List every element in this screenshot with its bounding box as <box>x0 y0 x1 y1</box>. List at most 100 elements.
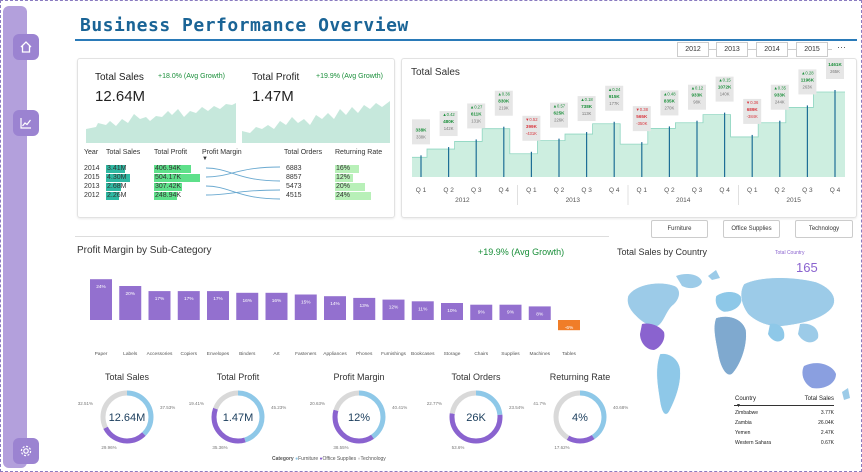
bar[interactable] <box>265 292 288 320</box>
bar[interactable] <box>324 296 346 320</box>
quarter-label: Q 3 <box>581 187 592 194</box>
change-label: ▲0.42 <box>442 112 455 117</box>
donut-chart[interactable]: Profit Margin 12% 20.63% 40.41% 38.55% <box>299 370 419 454</box>
quarter-label: Q 1 <box>526 187 537 194</box>
settings-button[interactable] <box>13 438 39 464</box>
donut-pct-label: 40.41% <box>392 405 407 410</box>
more-options-icon[interactable]: ⋯ <box>837 42 846 53</box>
category-label: Accessories <box>147 351 173 357</box>
bar-value-label: -6% <box>565 325 574 331</box>
quarter-label: Q 3 <box>471 187 482 194</box>
value-label: 399K <box>526 124 538 129</box>
donut-legend: Category ●Furniture ●Office Supplies ●Te… <box>272 456 386 462</box>
quarter-label: Q 2 <box>775 187 786 194</box>
orders-cell: 4515 <box>286 192 302 199</box>
delta-label: 219K <box>499 106 509 111</box>
change-label: ▲0.28 <box>801 70 814 75</box>
delta-label: 131K <box>471 118 481 123</box>
profit-margin-growth: +19.9% (Avg Growth) <box>478 247 565 257</box>
bar-value-label: 10% <box>447 308 457 314</box>
bar[interactable] <box>294 294 317 321</box>
donut-pct-label: 19.41% <box>189 401 204 406</box>
analytics-button[interactable] <box>13 110 39 136</box>
category-button-technology[interactable]: Technology <box>795 220 853 238</box>
value-label: 738K <box>581 104 593 109</box>
country-sales: 26.04K <box>818 420 834 426</box>
year-cell: 2012 <box>84 192 100 199</box>
table-row[interactable]: Yemen 2.47K <box>735 430 834 439</box>
year-axis-label: 2014 <box>676 197 691 204</box>
sales-cell: 2.26M <box>107 192 127 199</box>
country-chart-title: Total Sales by Country <box>617 247 708 257</box>
donut-title: Total Sales <box>104 372 150 382</box>
change-label: ▲0.24 <box>829 59 842 60</box>
sales-cell: 2.68M <box>107 183 127 190</box>
rate-cell: 24% <box>336 192 351 199</box>
home-button[interactable] <box>13 34 39 60</box>
table-row[interactable]: Zambia 26.04K <box>735 420 834 429</box>
bar[interactable] <box>148 291 171 320</box>
bar[interactable] <box>177 291 200 320</box>
category-button-office-supplies[interactable]: Office Supplies <box>723 220 780 238</box>
change-label: ▼0.38 <box>636 107 649 112</box>
bar-value-label: 17% <box>155 296 165 302</box>
delta-label: 113K <box>582 111 592 116</box>
donut-chart[interactable]: Total Sales 12.64M 32.51% 37.53% 29.96% <box>67 370 187 454</box>
delta-label: 263K <box>803 84 813 89</box>
change-label: ▲0.57 <box>553 104 566 109</box>
value-label: 915K <box>609 94 621 99</box>
sales-cell: 4.30M <box>107 174 127 181</box>
sales-cell: 3.41M <box>107 165 127 172</box>
col-header-profit: Total Profit <box>154 149 188 156</box>
sales-sparkline <box>86 103 236 143</box>
value-label: 625K <box>554 111 566 116</box>
value-label: 689K <box>747 107 759 112</box>
year-button-2013[interactable]: 2013 <box>716 42 748 57</box>
col-header-margin: Profit Margin <box>202 149 242 156</box>
orders-cell: 6883 <box>286 165 302 172</box>
year-button-2012[interactable]: 2012 <box>677 42 709 57</box>
sort-down-icon[interactable]: ▼ <box>202 156 208 162</box>
change-label: ▲0.48 <box>663 91 676 96</box>
bar[interactable] <box>236 292 259 320</box>
category-label: Appliances <box>323 351 347 357</box>
category-label: Paper <box>95 351 108 357</box>
value-label: 338K <box>416 127 428 132</box>
sort-down-icon[interactable]: ▼ <box>736 403 741 409</box>
quarter-label: Q 1 <box>637 187 648 194</box>
delta-label: 226K <box>554 118 564 123</box>
donut-chart[interactable]: Total Profit 1.47M 19.41% 45.23% 35.36% <box>178 370 298 454</box>
year-axis-label: 2012 <box>455 197 470 204</box>
country-name: Western Sahara <box>735 440 772 446</box>
quarter-label: Q 4 <box>830 187 841 194</box>
table-row[interactable]: Zimbabwe 3.77K <box>735 410 834 419</box>
quarter-label: Q 2 <box>443 187 454 194</box>
bar[interactable] <box>207 291 229 320</box>
bar[interactable] <box>353 297 376 320</box>
orders-cell: 8857 <box>286 174 302 181</box>
country-sales: 3.77K <box>820 410 834 416</box>
delta-label: 177K <box>609 101 619 106</box>
donut-pct-label: 22.77% <box>427 401 442 406</box>
table-row[interactable]: Western Sahara 0.67K <box>735 440 834 449</box>
delta-label: 338K <box>416 134 426 139</box>
value-label: 480K <box>443 119 455 124</box>
quarter-label: Q 2 <box>554 187 565 194</box>
category-button-furniture[interactable]: Furniture <box>651 220 708 238</box>
category-label: Bookcases <box>411 351 435 357</box>
chart-icon <box>20 118 31 129</box>
donut-pct-label: 53.6% <box>452 445 465 450</box>
profit-cell: 248.94K <box>155 192 182 199</box>
value-label: 933K <box>774 93 786 98</box>
bar-value-label: 16% <box>242 298 252 304</box>
year-button-2015[interactable]: 2015 <box>796 42 828 57</box>
donut-pct-label: 38.55% <box>333 445 348 450</box>
home-icon <box>20 41 32 53</box>
category-label: Supplies <box>501 351 520 357</box>
donut-chart[interactable]: Total Orders 26K 22.77% 23.54% 53.6% <box>416 370 536 454</box>
year-button-2014[interactable]: 2014 <box>756 42 788 57</box>
donut-pct-label: 32.51% <box>78 401 93 406</box>
category-label: Labels <box>123 351 138 357</box>
delta-label: 98K <box>693 100 701 105</box>
donut-pct-label: 17.62% <box>554 445 569 450</box>
